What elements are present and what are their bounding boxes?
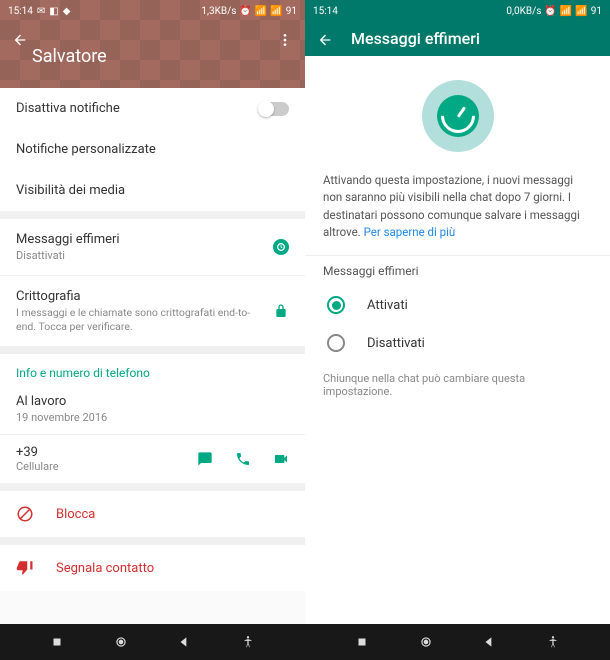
divider [0,483,305,491]
divider [0,211,305,219]
info-section-title: Info e numero di telefono [0,354,305,384]
media-visibility-row[interactable]: Visibilità dei media [0,170,305,211]
phone-label: Cellulare [16,460,197,473]
nav-back-icon[interactable] [482,635,496,649]
custom-notif-label: Notifiche personalizzate [16,142,156,157]
nav-home-icon[interactable] [419,635,433,649]
app-icon2: ◆ [63,6,71,17]
phone-number: +39 [16,445,197,460]
status-bar-left: 15:14 ✉ ◧ ◆ 1,3KB/s ⏰ 📶 📶 91 [0,0,305,22]
radio-off[interactable] [327,334,345,352]
about-row[interactable]: Al lavoro 19 novembre 2016 [0,384,305,434]
net-speed: 0,0KB/s [506,6,541,17]
report-label: Segnala contatto [56,561,154,576]
phone-row[interactable]: +39 Cellulare [0,435,305,483]
disappearing-messages-row[interactable]: Messaggi effimeri Disattivati [0,219,305,275]
report-row[interactable]: Segnala contatto [0,545,305,591]
android-navbar [305,624,610,660]
battery-icon: 91 [591,6,602,17]
video-icon[interactable] [273,451,289,467]
radio-on[interactable] [327,296,345,314]
status-time: 15:14 [8,6,33,17]
divider [0,537,305,545]
option-on-label: Attivati [367,298,408,313]
mute-label: Disattiva notifiche [16,101,120,116]
option-on-row[interactable]: Attivati [305,286,610,324]
back-icon[interactable] [12,32,28,48]
message-icon[interactable] [197,451,213,467]
contact-name: Salvatore [32,46,277,67]
android-navbar [0,624,305,660]
custom-notifications-row[interactable]: Notifiche personalizzate [0,129,305,170]
nav-accessibility-icon[interactable] [241,635,255,649]
status-time: 15:14 [313,6,338,17]
mute-toggle[interactable] [259,102,289,116]
lock-icon [273,303,289,319]
wifi-icon: 📶 [575,6,587,17]
alarm-icon: ⏰ [239,6,251,17]
wifi-icon: 📶 [270,6,282,17]
battery-icon: 91 [286,6,297,17]
divider [0,346,305,354]
footer-note: Chiunque nella chat può cambiare questa … [305,362,610,408]
option-title: Messaggi effimeri [305,256,610,286]
back-icon[interactable] [317,32,333,48]
disappearing-label: Messaggi effimeri [16,232,273,247]
volte-icon: 📶 [255,6,267,17]
app-icon: ◧ [49,6,58,17]
nav-back-icon[interactable] [177,635,191,649]
nav-recent-icon[interactable] [50,635,64,649]
status-bar-right: 15:14 0,0KB/s ⏰ 📶 📶 91 [305,0,610,22]
block-label: Blocca [56,507,95,522]
block-row[interactable]: Blocca [0,491,305,537]
timer-icon [273,239,289,255]
more-icon[interactable] [277,32,293,48]
nav-recent-icon[interactable] [355,635,369,649]
thumbs-down-icon [16,559,34,577]
encryption-label: Crittografia [16,289,273,304]
gmail-icon: ✉ [37,6,45,17]
page-title: Messaggi effimeri [351,29,480,48]
disappearing-status: Disattivati [16,249,273,262]
media-vis-label: Visibilità dei media [16,183,125,198]
block-icon [16,505,34,523]
nav-accessibility-icon[interactable] [546,635,560,649]
call-icon[interactable] [235,451,251,467]
about-text: Al lavoro [16,394,66,409]
volte-icon: 📶 [560,6,572,17]
nav-home-icon[interactable] [114,635,128,649]
encryption-row[interactable]: Crittografia I messaggi e le chiamate so… [0,276,305,346]
mute-notifications-row[interactable]: Disattiva notifiche [0,88,305,129]
alarm-icon: ⏰ [544,6,556,17]
net-speed: 1,3KB/s [201,6,236,17]
timer-illustration [305,56,610,166]
learn-more-link[interactable]: Per saperne di più [364,225,456,239]
encryption-sub: I messaggi e le chiamate sono crittograf… [16,306,253,333]
description-text: Attivando questa impostazione, i nuovi m… [305,166,610,255]
option-off-row[interactable]: Disattivati [305,324,610,362]
option-off-label: Disattivati [367,336,425,351]
about-date: 19 novembre 2016 [16,411,107,424]
